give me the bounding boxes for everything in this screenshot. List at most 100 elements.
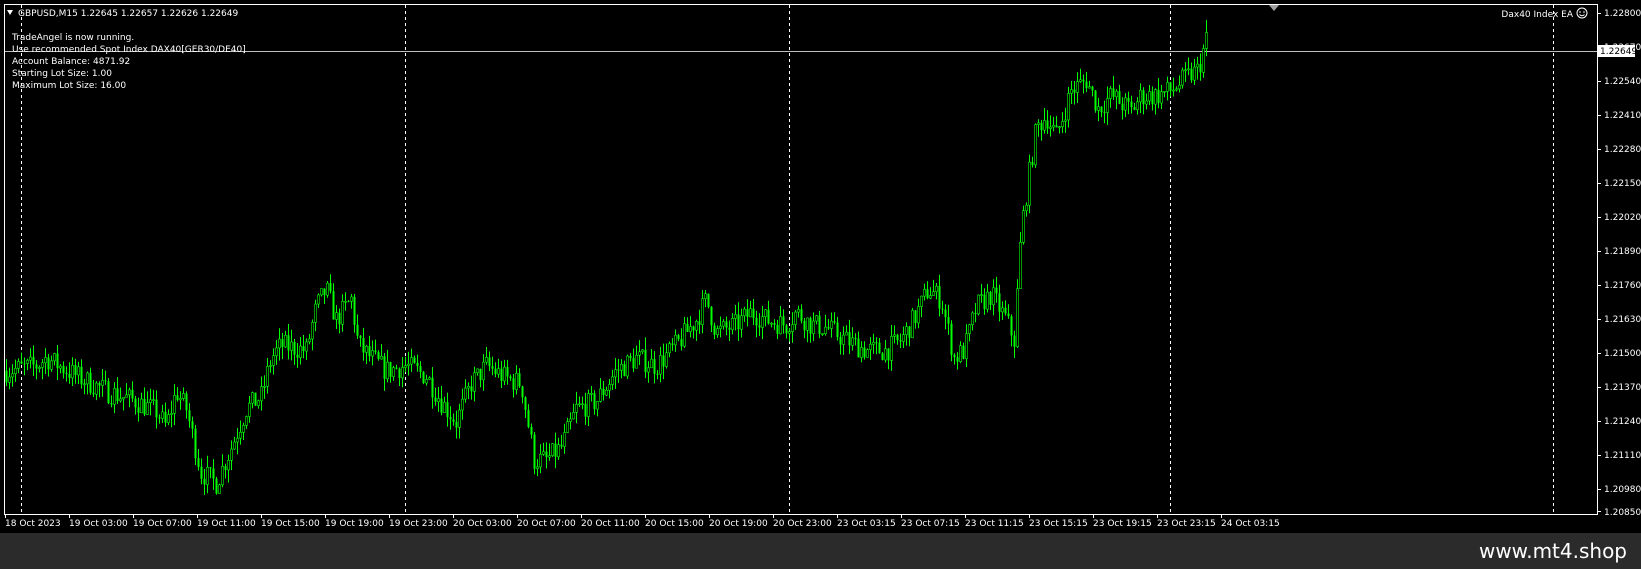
candle-body (29, 356, 32, 361)
candle-body (860, 347, 863, 358)
price-label: 1.20980 (1604, 485, 1641, 495)
time-axis[interactable]: 18 Oct 2023 19 Oct 03:00 19 Oct 07:00 19… (5, 514, 1280, 529)
candle-body (197, 458, 200, 467)
candle-body (1040, 122, 1043, 131)
candle-body (710, 306, 713, 326)
candle-body (728, 327, 731, 330)
candle-body (761, 316, 764, 328)
chart-window[interactable]: GBPUSD,M15 1.22645 1.22657 1.22626 1.226… (0, 0, 1641, 533)
candle-body (311, 322, 314, 340)
time-label: 23 Oct 23:15 (1157, 519, 1216, 529)
candle-body (653, 359, 656, 374)
candle-body (368, 346, 371, 357)
candle-body (575, 404, 578, 413)
candle-body (305, 341, 308, 352)
candle-body (227, 460, 230, 471)
candle-body (548, 455, 551, 458)
candle-body (53, 353, 56, 362)
candle-body (965, 333, 968, 360)
candle-body (278, 338, 281, 349)
candle-body (1193, 66, 1196, 81)
candle-body (1088, 86, 1091, 89)
candle-body (137, 407, 140, 413)
candle-body (353, 296, 356, 325)
candle-body (623, 364, 626, 376)
candle-body (1013, 335, 1016, 347)
candle-body (662, 355, 665, 367)
candle-body (1148, 91, 1151, 102)
candle-body (1028, 161, 1031, 206)
candle-body (563, 432, 566, 447)
candle-body (356, 324, 359, 336)
time-label: 20 Oct 11:00 (581, 519, 640, 529)
candle-body (473, 372, 476, 392)
candle-body (434, 397, 437, 402)
candle-body (365, 345, 368, 353)
candle-body (578, 403, 581, 406)
candle-body (1169, 82, 1172, 91)
candle-body (956, 357, 959, 362)
candle-body (569, 418, 572, 422)
candle-body (959, 345, 962, 363)
candle-body (716, 328, 719, 335)
candle-body (104, 380, 107, 382)
candle-body (203, 478, 206, 485)
candle-body (932, 291, 935, 296)
candle-body (140, 398, 143, 413)
candle-body (668, 343, 671, 354)
candle-body (83, 383, 86, 386)
candle-body (764, 309, 767, 318)
candle-body (656, 373, 659, 375)
candle-body (362, 337, 365, 353)
candle-body (905, 326, 908, 335)
candle-body (239, 432, 242, 439)
candle-body (161, 411, 164, 419)
candle-body (218, 484, 221, 494)
candle-body (404, 365, 407, 368)
price-chart[interactable]: GBPUSD,M15 1.22645 1.22657 1.22626 1.226… (0, 0, 1641, 533)
time-label: 19 Oct 23:00 (389, 519, 448, 529)
candle-body (14, 368, 17, 375)
candle-body (995, 287, 998, 294)
candle-body (62, 366, 65, 374)
candle-body (1046, 120, 1049, 129)
candle-body (32, 357, 35, 365)
candle-body (1064, 119, 1067, 122)
candle-body (128, 389, 131, 396)
candle-body (1055, 125, 1058, 128)
chart-shift-marker[interactable] (1269, 5, 1279, 11)
candle-body (812, 320, 815, 334)
candle-body (50, 360, 53, 370)
candle-body (1184, 69, 1187, 72)
candle-body (221, 465, 224, 486)
candle-body (152, 399, 155, 401)
candle-body (971, 312, 974, 326)
candle-body (1067, 93, 1070, 121)
candle-body (347, 301, 350, 303)
candle-body (386, 361, 389, 380)
candle-body (530, 426, 533, 435)
smiley-face-icon[interactable] (1576, 7, 1588, 19)
candle-body (86, 372, 89, 385)
candle-body (134, 398, 137, 408)
candle-body (1142, 90, 1145, 105)
candle-body (323, 288, 326, 296)
price-axis[interactable]: 1.22800 1.22670 1.22540 1.22410 1.22280 … (1597, 9, 1641, 518)
chart-menu-arrow-icon[interactable] (7, 10, 13, 15)
candle-body (605, 390, 608, 396)
watermark-bar: www.mt4.shop (0, 533, 1641, 569)
candle-body (818, 315, 821, 334)
candle-body (401, 367, 404, 379)
candle-body (185, 393, 188, 411)
candle-body (80, 366, 83, 385)
candle-body (107, 381, 110, 404)
candle-body (1136, 101, 1139, 111)
candle-body (1133, 107, 1136, 110)
day-separators (21, 5, 1554, 514)
ea-info-line: Use recommended Spot Index DAX40[GER30/D… (12, 45, 246, 55)
candle-body (26, 359, 29, 364)
candle-body (482, 361, 485, 381)
candle-body (71, 364, 74, 379)
candle-body (458, 409, 461, 428)
candle-body (374, 350, 377, 353)
